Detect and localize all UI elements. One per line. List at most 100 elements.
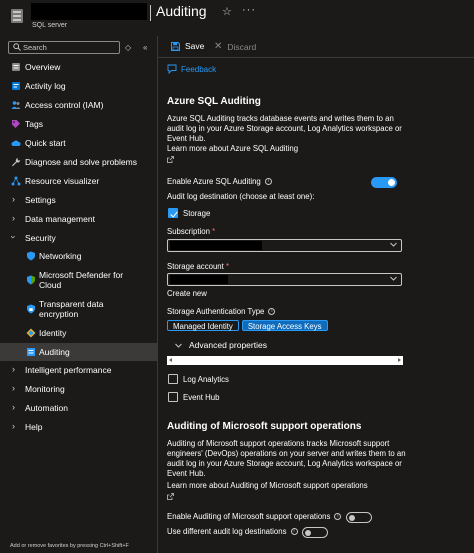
support-operations-title: Auditing of Microsoft support operations: [167, 421, 362, 432]
identity-icon: [26, 328, 36, 338]
storage-auth-type-selector: Managed Identity Storage Access Keys: [167, 320, 328, 331]
sidebar-divider: [157, 36, 158, 553]
chevron-down-icon: [390, 242, 397, 247]
discard-button[interactable]: ✕ Discard: [214, 41, 256, 52]
required-marker: *: [225, 262, 230, 271]
chevron-down-icon: [390, 276, 397, 281]
sidebar-item-label: Monitoring: [25, 384, 65, 394]
activity-log-icon: [12, 82, 20, 90]
defender-shield-icon: [27, 275, 35, 285]
sidebar-item-label: Overview: [25, 62, 61, 72]
page-header: Auditing ☆ ··· SQL server: [0, 0, 474, 36]
event-hub-checkbox[interactable]: [168, 392, 178, 402]
log-analytics-checkbox[interactable]: [168, 374, 178, 384]
tag-icon: [12, 120, 20, 128]
different-destinations-label: Use different audit log destinations i: [167, 527, 298, 536]
azure-sql-auditing-description: Azure SQL Auditing tracks database event…: [167, 114, 402, 143]
cloud-icon: [11, 140, 21, 146]
enable-support-auditing-text: Enable Auditing of Microsoft support ope…: [167, 512, 331, 521]
sql-server-icon: [11, 9, 23, 23]
enable-auditing-text: Enable Azure SQL Auditing: [167, 177, 261, 186]
log-analytics-label: Log Analytics: [183, 375, 229, 384]
storage-account-dropdown[interactable]: [167, 273, 402, 286]
sidebar-item-networking[interactable]: Networking: [0, 247, 157, 265]
auditing-icon: [27, 348, 35, 356]
info-icon[interactable]: i: [290, 528, 298, 536]
sidebar-item-label: Access control (IAM): [25, 100, 104, 110]
sidebar-item-label: Help: [25, 422, 43, 432]
save-button[interactable]: Save: [171, 41, 204, 51]
sidebar-item-defender[interactable]: Microsoft Defender for Cloud: [0, 267, 157, 293]
create-new-link[interactable]: Create new: [167, 289, 207, 298]
save-icon: [171, 41, 180, 51]
advanced-properties-toggle[interactable]: Advanced properties: [175, 340, 267, 350]
sidebar-item-data-management[interactable]: › Data management: [0, 210, 157, 228]
external-link-icon: [167, 156, 174, 163]
sidebar-item-help[interactable]: › Help: [0, 418, 157, 436]
discard-icon: ✕: [214, 41, 223, 52]
more-icon[interactable]: ···: [242, 4, 256, 16]
redacted-server-name: [31, 3, 147, 20]
audit-log-destination-label: Audit log destination (choose at least o…: [167, 192, 315, 201]
sidebar-item-overview[interactable]: Overview: [0, 58, 157, 76]
search-box[interactable]: [8, 41, 120, 54]
sidebar-item-intelligent-performance[interactable]: › Intelligent performance: [0, 361, 157, 379]
sidebar-item-label: Security: [25, 233, 56, 243]
sidebar-item-activity-log[interactable]: Activity log: [0, 77, 157, 95]
horizontal-scrollbar[interactable]: [167, 356, 403, 365]
azure-sql-auditing-title: Azure SQL Auditing: [167, 96, 261, 107]
encryption-shield-icon: [27, 304, 35, 314]
redacted-storage-account: [170, 275, 228, 284]
scroll-left-arrow-icon[interactable]: [169, 358, 172, 362]
search-icon: [13, 43, 21, 51]
info-icon[interactable]: i: [268, 308, 276, 316]
sidebar-item-settings[interactable]: › Settings: [0, 191, 157, 209]
discard-button-label: Discard: [227, 41, 257, 52]
sidebar-item-automation[interactable]: › Automation: [0, 399, 157, 417]
collapse-sidebar-icon[interactable]: «: [143, 43, 147, 52]
chevron-right-icon: ›: [12, 213, 15, 223]
storage-access-keys-option[interactable]: Storage Access Keys: [241, 320, 328, 331]
info-icon[interactable]: i: [334, 513, 342, 521]
storage-auth-type-label: Storage Authentication Type i: [167, 307, 276, 316]
different-destinations-toggle[interactable]: [302, 527, 328, 538]
managed-identity-option[interactable]: Managed Identity: [167, 320, 239, 331]
sidebar-item-label: Microsoft Defender for Cloud: [39, 269, 124, 291]
chevron-down-icon: ›: [8, 235, 19, 239]
learn-more-azure-sql-auditing-link[interactable]: Learn more about Azure SQL Auditing: [167, 144, 407, 154]
sidebar-item-tags[interactable]: Tags: [0, 115, 157, 133]
info-icon[interactable]: i: [264, 178, 272, 186]
sidebar-item-diagnose[interactable]: Diagnose and solve problems: [0, 153, 157, 171]
sidebar-item-label: Diagnose and solve problems: [25, 157, 137, 167]
wrench-icon: [12, 158, 21, 167]
storage-checkbox[interactable]: [168, 208, 178, 218]
enable-azure-sql-auditing-toggle[interactable]: [371, 177, 397, 188]
sidebar-item-transparent-data-encryption[interactable]: Transparent data encryption: [0, 296, 157, 322]
subscription-dropdown[interactable]: [167, 239, 402, 252]
search-input[interactable]: [23, 42, 117, 53]
scroll-right-arrow-icon[interactable]: [398, 358, 401, 362]
sidebar-item-identity[interactable]: Identity: [0, 324, 157, 342]
sidebar-item-quick-start[interactable]: Quick start: [0, 134, 157, 152]
sidebar-item-label: Tags: [25, 119, 43, 129]
command-bar: Save ✕ Discard: [158, 37, 474, 57]
chevron-right-icon: ›: [12, 194, 15, 204]
sidebar-item-label: Settings: [25, 195, 56, 205]
enable-support-auditing-toggle[interactable]: [346, 512, 372, 523]
feedback-link[interactable]: Feedback: [167, 64, 216, 74]
sidebar-item-auditing[interactable]: Auditing: [0, 343, 157, 361]
star-icon[interactable]: ☆: [222, 5, 232, 18]
sidebar: ◇ « Overview Activity log Access control…: [0, 36, 157, 553]
sidebar-item-label: Identity: [39, 328, 67, 338]
overview-icon: [12, 63, 20, 71]
sidebar-item-resource-visualizer[interactable]: Resource visualizer: [0, 172, 157, 190]
sidebar-item-monitoring[interactable]: › Monitoring: [0, 380, 157, 398]
learn-more-support-operations-link[interactable]: Learn more about Auditing of Microsoft s…: [167, 481, 407, 491]
sidebar-item-security[interactable]: › Security: [0, 229, 157, 247]
filter-icon[interactable]: ◇: [125, 43, 131, 52]
sidebar-item-access-control[interactable]: Access control (IAM): [0, 96, 157, 114]
people-icon: [11, 101, 21, 109]
shield-icon: [27, 251, 35, 261]
sidebar-item-label: Activity log: [25, 81, 66, 91]
event-hub-label: Event Hub: [183, 393, 220, 402]
